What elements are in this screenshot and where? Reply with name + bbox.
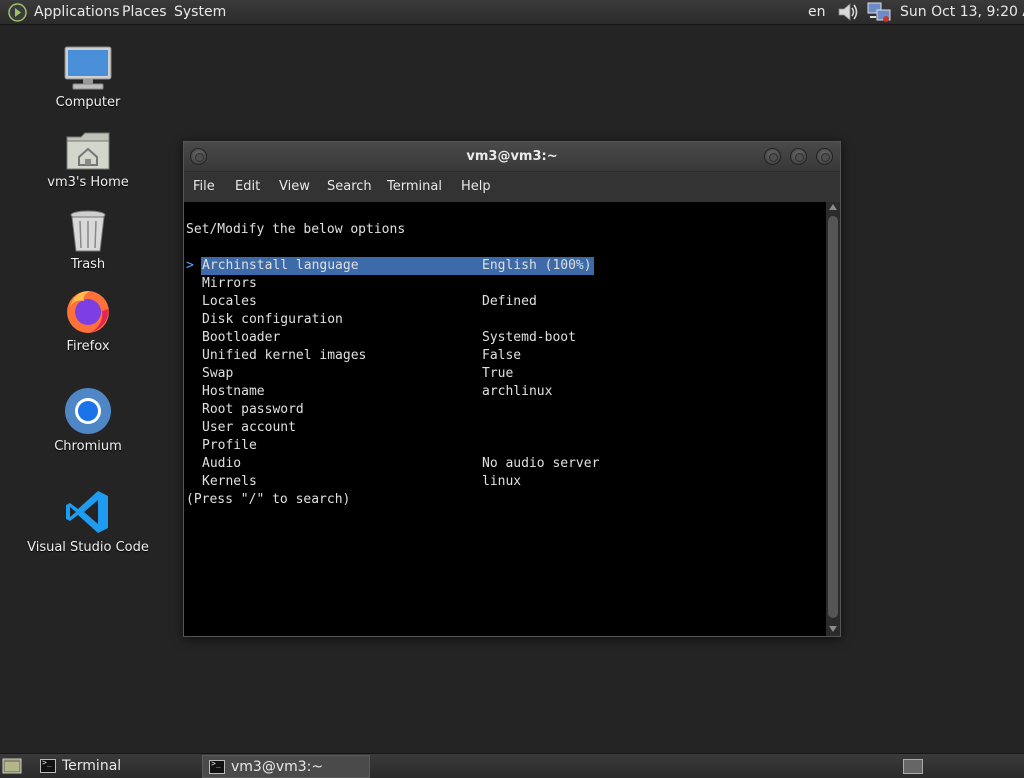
window-titlebar[interactable]: vm3@vm3:~: [184, 142, 840, 172]
terminal-icon: [40, 758, 56, 773]
desktop-icon-firefox[interactable]: Firefox: [18, 287, 158, 354]
terminal-output[interactable]: Set/Modify the below options > Archinsta…: [184, 202, 826, 636]
desktop-icon-label: Chromium: [54, 439, 122, 454]
desktop-icon-label: Trash: [70, 257, 106, 272]
menu-edit[interactable]: Edit: [235, 179, 260, 194]
taskbar-item-vm3-terminal[interactable]: vm3@vm3:~: [202, 755, 370, 778]
option-value: archlinux: [482, 384, 553, 399]
taskbar-item-label: vm3@vm3:~: [231, 759, 324, 775]
mate-menu-icon[interactable]: [8, 3, 27, 22]
terminal-window[interactable]: vm3@vm3:~ File Edit View Search Terminal…: [183, 141, 841, 637]
desktop-icon-computer[interactable]: Computer: [18, 45, 158, 110]
taskbar-item-terminal[interactable]: Terminal: [34, 755, 198, 778]
desktop-icon-label: Visual Studio Code: [27, 540, 149, 555]
option-value: True: [482, 366, 514, 381]
clock[interactable]: Sun Oct 13, 9:20 AM: [900, 4, 1024, 20]
menu-applications[interactable]: Applications: [34, 4, 120, 20]
desktop-icon-label: vm3's Home: [47, 175, 129, 190]
desktop-icon-label: Computer: [55, 95, 121, 110]
chromium-icon: [65, 388, 111, 434]
show-desktop-icon[interactable]: [2, 757, 22, 775]
network-icon[interactable]: [866, 1, 892, 23]
option-audio[interactable]: Audio: [202, 455, 241, 473]
option-root-password[interactable]: Root password: [202, 401, 304, 419]
vscode-icon: [66, 491, 108, 533]
keyboard-layout-indicator[interactable]: en: [808, 4, 826, 20]
close-button[interactable]: [816, 148, 833, 165]
window-title: vm3@vm3:~: [466, 149, 558, 164]
terminal-scrollbar[interactable]: [826, 202, 840, 636]
terminal-header: Set/Modify the below options: [186, 222, 406, 237]
computer-icon: [64, 46, 112, 90]
search-hint: (Press "/" to search): [186, 492, 351, 507]
option-bootloader[interactable]: Bootloader: [202, 329, 280, 347]
desktop-icon-home[interactable]: vm3's Home: [18, 129, 158, 190]
desktop-icon-trash[interactable]: Trash: [18, 209, 158, 272]
trash-icon: [70, 210, 106, 252]
option-value: Systemd-boot: [482, 330, 576, 345]
menu-file[interactable]: File: [193, 179, 215, 194]
firefox-icon: [67, 291, 109, 333]
maximize-button[interactable]: [790, 148, 807, 165]
taskbar-item-label: Terminal: [62, 758, 122, 774]
menu-cursor: >: [186, 258, 194, 273]
menu-places[interactable]: Places: [122, 4, 167, 20]
menu-system[interactable]: System: [174, 4, 226, 20]
option-swap[interactable]: Swap: [202, 365, 233, 383]
scroll-down-icon[interactable]: [829, 626, 837, 632]
option-kernels[interactable]: Kernels: [202, 473, 257, 491]
menu-terminal[interactable]: Terminal: [387, 179, 442, 194]
home-folder-icon: [66, 132, 110, 170]
option-value: Defined: [482, 294, 537, 309]
minimize-button[interactable]: [764, 148, 781, 165]
scroll-thumb[interactable]: [828, 216, 838, 618]
option-disk-configuration[interactable]: Disk configuration: [202, 311, 343, 329]
option-hostname[interactable]: Hostname: [202, 383, 265, 401]
top-panel: Applications Places System en Sun Oct 13…: [0, 0, 1024, 25]
option-profile[interactable]: Profile: [202, 437, 257, 455]
menu-help[interactable]: Help: [461, 179, 491, 194]
window-menubar: File Edit View Search Terminal Help: [184, 172, 840, 202]
scroll-up-icon[interactable]: [829, 204, 837, 210]
option-user-account[interactable]: User account: [202, 419, 296, 437]
option-value: English (100%): [482, 258, 592, 273]
menu-view[interactable]: View: [279, 179, 310, 194]
option-unified-kernel-images[interactable]: Unified kernel images: [202, 347, 366, 365]
option-mirrors[interactable]: Mirrors: [202, 275, 257, 293]
option-value: No audio server: [482, 456, 600, 471]
desktop-icon-vscode[interactable]: Visual Studio Code: [18, 488, 158, 555]
desktop-icon-chromium[interactable]: Chromium: [18, 387, 158, 454]
option-archinstall-language[interactable]: Archinstall language: [202, 257, 359, 275]
option-locales[interactable]: Locales: [202, 293, 257, 311]
workspace-switcher[interactable]: [903, 759, 923, 774]
desktop-icon-label: Firefox: [66, 339, 110, 354]
terminal-icon: [209, 759, 225, 774]
option-value: False: [482, 348, 522, 363]
menu-search[interactable]: Search: [327, 179, 372, 194]
bottom-panel: Terminal vm3@vm3:~: [0, 753, 1024, 778]
option-value: linux: [482, 474, 522, 489]
volume-icon[interactable]: [836, 1, 860, 23]
